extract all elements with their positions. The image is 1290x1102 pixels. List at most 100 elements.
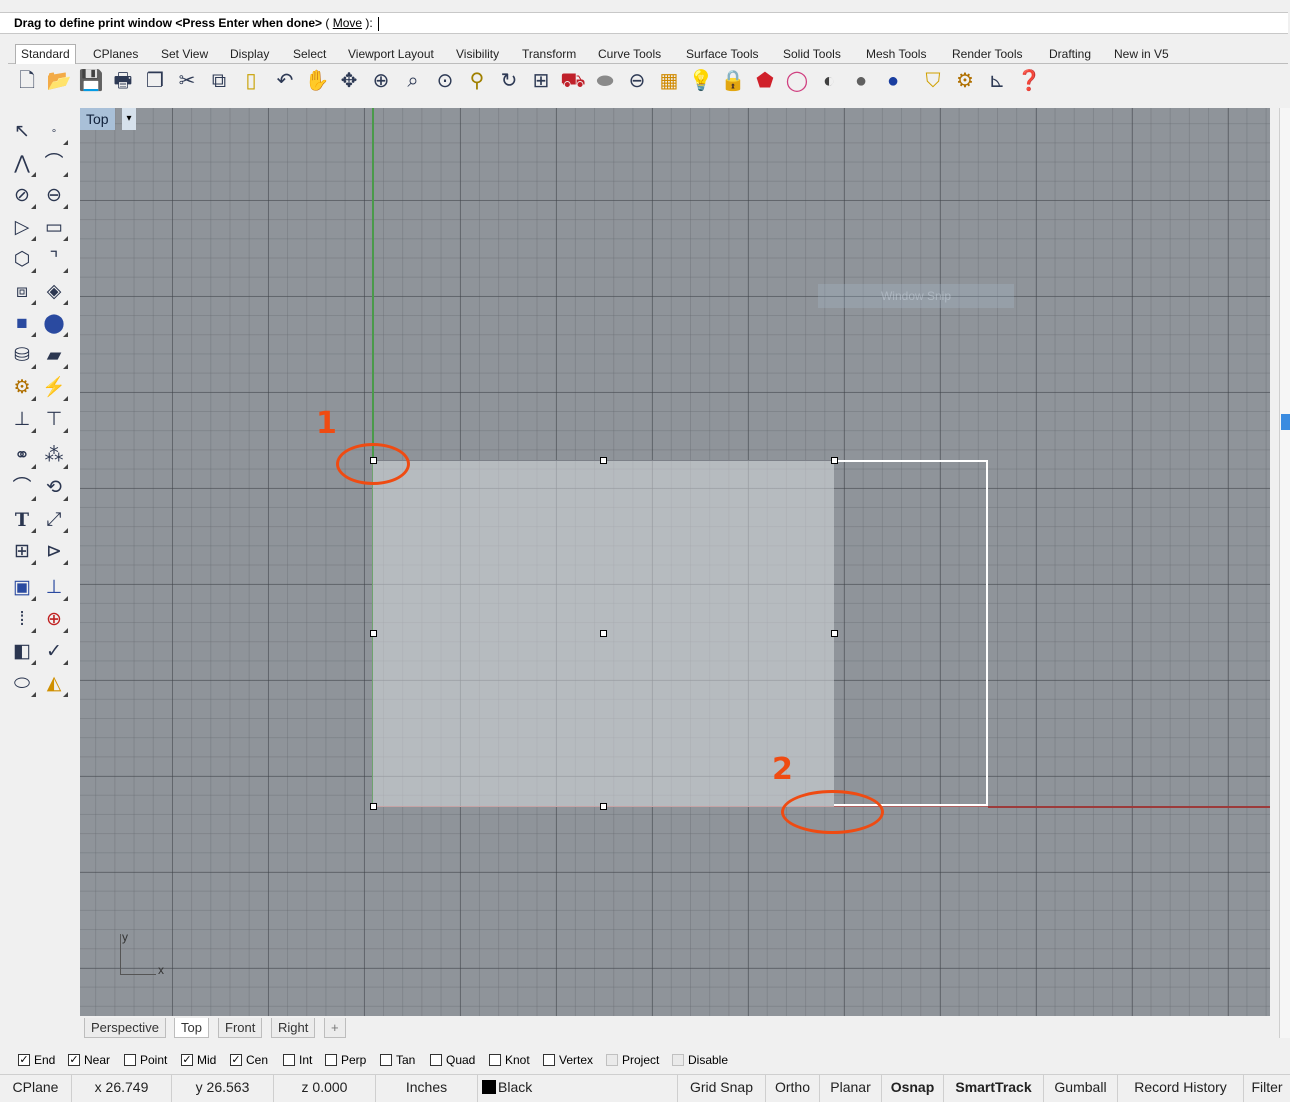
- paste-icon[interactable]: ▯: [238, 66, 264, 96]
- rendered-icon[interactable]: ●: [848, 66, 874, 96]
- grip-point[interactable]: [831, 630, 838, 637]
- block-icon[interactable]: ⊞: [8, 538, 36, 566]
- osnap-cen[interactable]: ✓ Cen: [230, 1052, 268, 1068]
- tab-set-view[interactable]: Set View: [156, 45, 213, 63]
- tab-display[interactable]: Display: [225, 45, 274, 63]
- planar-toggle[interactable]: Planar: [820, 1075, 882, 1102]
- tab-cplanes[interactable]: CPlanes: [88, 45, 143, 63]
- import-icon[interactable]: ❐: [142, 66, 168, 96]
- points-icon[interactable]: ⁂: [40, 442, 68, 470]
- open-icon[interactable]: 📂: [46, 66, 72, 96]
- point-icon[interactable]: ∘: [40, 118, 68, 146]
- viewport-menu-arrow-icon[interactable]: ▾: [122, 108, 136, 130]
- camera-icon[interactable]: ⬬: [592, 66, 618, 96]
- osnap-project[interactable]: Project: [606, 1052, 659, 1068]
- add-viewport-tab[interactable]: +: [324, 1018, 346, 1038]
- fillet-icon[interactable]: ⌝: [40, 246, 68, 274]
- tab-perspective[interactable]: Perspective: [84, 1018, 166, 1038]
- tab-right[interactable]: Right: [271, 1018, 316, 1038]
- osnap-end[interactable]: ✓ End: [18, 1052, 55, 1068]
- options-icon[interactable]: ⚙: [952, 66, 978, 96]
- tab-standard[interactable]: Standard: [15, 44, 76, 64]
- checkbox-icon[interactable]: [283, 1053, 295, 1066]
- osnap-near[interactable]: ✓ Near: [68, 1052, 110, 1068]
- grip-point[interactable]: [600, 630, 607, 637]
- grid-array-icon[interactable]: ⁞: [8, 606, 36, 634]
- tab-solid-tools[interactable]: Solid Tools: [778, 45, 846, 63]
- select-arrow-icon[interactable]: ↖: [8, 118, 36, 146]
- tab-drafting[interactable]: Drafting: [1044, 45, 1096, 63]
- ellipse-icon[interactable]: ⊖: [40, 182, 68, 210]
- tab-viewport-layout[interactable]: Viewport Layout: [343, 45, 439, 63]
- check-icon[interactable]: ✓: [40, 638, 68, 666]
- tab-transform[interactable]: Transform: [517, 45, 581, 63]
- color-icon[interactable]: ◯: [784, 66, 810, 96]
- osnap-vertex[interactable]: Vertex: [543, 1052, 593, 1068]
- checkbox-icon[interactable]: [430, 1053, 442, 1066]
- gear-tool-icon[interactable]: ⚙: [8, 374, 36, 402]
- offset-icon[interactable]: ⟲: [40, 474, 68, 502]
- top-viewport[interactable]: Window Snip 1 2 y x Top ▾: [80, 108, 1270, 1016]
- grip-point[interactable]: [831, 457, 838, 464]
- drafting-icon[interactable]: ⬭: [8, 670, 36, 698]
- mirror-icon[interactable]: ⊳: [40, 538, 68, 566]
- osnap-point[interactable]: Point: [124, 1052, 167, 1068]
- analyze-icon[interactable]: ⊕: [40, 606, 68, 634]
- command-option-move[interactable]: Move: [333, 16, 362, 30]
- checkbox-checked-icon[interactable]: ✓: [18, 1053, 30, 1066]
- checkbox-icon[interactable]: [124, 1053, 136, 1066]
- named-views-icon[interactable]: ▦: [656, 66, 682, 96]
- tab-surface-tools[interactable]: Surface Tools: [681, 45, 764, 63]
- dimension-tool-icon[interactable]: ◧: [8, 638, 36, 666]
- checkbox-checked-icon[interactable]: ✓: [68, 1053, 80, 1066]
- checkbox-icon[interactable]: [325, 1053, 337, 1066]
- osnap-quad[interactable]: Quad: [430, 1052, 475, 1068]
- text-tool-icon[interactable]: T: [8, 506, 36, 534]
- panel-scroll-indicator[interactable]: [1281, 414, 1290, 430]
- osnap-int[interactable]: Int: [283, 1052, 312, 1068]
- zoom-icon[interactable]: ⊕: [368, 66, 394, 96]
- tab-top[interactable]: Top: [174, 1018, 209, 1038]
- status-units[interactable]: Inches: [376, 1075, 478, 1102]
- tab-mesh-tools[interactable]: Mesh Tools: [861, 45, 931, 63]
- command-line[interactable]: Drag to define print window <Press Enter…: [0, 12, 1288, 34]
- checkbox-icon[interactable]: [543, 1053, 555, 1066]
- zoom-extents-icon[interactable]: ⊙: [432, 66, 458, 96]
- osnap-knot[interactable]: Knot: [489, 1052, 530, 1068]
- explode-icon[interactable]: ⚡: [40, 374, 68, 402]
- smarttrack-toggle[interactable]: SmartTrack: [944, 1075, 1044, 1102]
- cut-icon[interactable]: ✂: [174, 66, 200, 96]
- box-icon[interactable]: ■: [8, 310, 36, 338]
- status-layer[interactable]: Black: [478, 1075, 678, 1102]
- array-icon[interactable]: ⊥: [40, 574, 68, 602]
- offset-curve-icon[interactable]: ⌒: [8, 474, 36, 502]
- tab-curve-tools[interactable]: Curve Tools: [593, 45, 666, 63]
- layer-icon[interactable]: ⛉: [920, 66, 946, 96]
- help-icon[interactable]: ❓: [1016, 66, 1042, 96]
- grip-point[interactable]: [600, 803, 607, 810]
- save-icon[interactable]: 💾: [78, 66, 104, 96]
- boolean-icon[interactable]: ⬤: [40, 310, 68, 338]
- circle-icon[interactable]: ⊘: [8, 182, 36, 210]
- grid-snap-toggle[interactable]: Grid Snap: [678, 1075, 766, 1102]
- polyline-icon[interactable]: ⋀: [8, 150, 36, 178]
- rotate-view-icon[interactable]: ✥: [336, 66, 362, 96]
- render-tool-icon[interactable]: ◭: [40, 670, 68, 698]
- tab-select[interactable]: Select: [288, 45, 331, 63]
- checkbox-checked-icon[interactable]: ✓: [230, 1053, 242, 1066]
- grip-point[interactable]: [370, 803, 377, 810]
- checkbox-icon[interactable]: [380, 1053, 392, 1066]
- viewport-title[interactable]: Top: [80, 108, 115, 130]
- split-icon[interactable]: ⊥: [8, 406, 36, 434]
- copy-icon[interactable]: ⧉: [206, 66, 232, 96]
- sphere-icon[interactable]: ●: [880, 66, 906, 96]
- trim-icon[interactable]: ⊤: [40, 406, 68, 434]
- lock-icon[interactable]: 🔒: [720, 66, 746, 96]
- dimension-icon[interactable]: ⊾: [984, 66, 1010, 96]
- osnap-mid[interactable]: ✓ Mid: [181, 1052, 216, 1068]
- rotate-icon[interactable]: ↻: [496, 66, 522, 96]
- target-icon[interactable]: ⊖: [624, 66, 650, 96]
- view-cube-icon[interactable]: ▣: [8, 574, 36, 602]
- polygon-icon[interactable]: ⬡: [8, 246, 36, 274]
- osnap-disable[interactable]: Disable: [672, 1052, 728, 1068]
